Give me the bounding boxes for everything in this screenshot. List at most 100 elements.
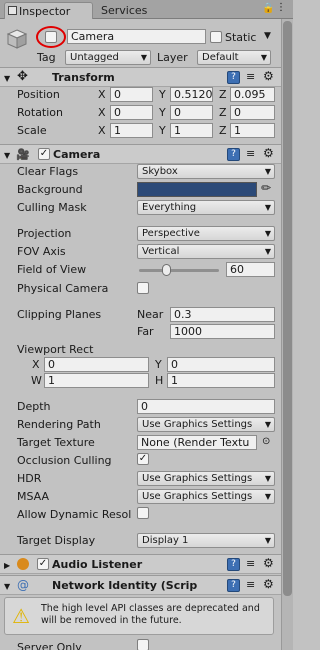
presets-slider-icon[interactable]: ≡ xyxy=(246,557,260,571)
tab-inspector[interactable]: Inspector xyxy=(4,2,93,19)
msaa-value: Use Graphics Settings xyxy=(142,491,253,502)
position-label: Position xyxy=(17,88,60,101)
tab-inspector-label: Inspector xyxy=(19,5,71,18)
static-dropdown-arrow-icon[interactable]: ▼ xyxy=(264,31,271,41)
foldout-expanded-icon[interactable]: ▼ xyxy=(4,151,10,160)
deprecation-warning-box: ⚠ The high level API classes are depreca… xyxy=(4,597,274,635)
occlusion-culling-checkbox[interactable]: ✓ xyxy=(137,453,149,465)
audio-listener-header[interactable]: ▶ ✓ Audio Listener ? ≡ ⚙ xyxy=(0,554,281,574)
presets-slider-icon[interactable]: ≡ xyxy=(246,70,260,84)
lock-icon[interactable]: 🔒 xyxy=(262,4,274,14)
viewport-x-field[interactable]: 0 xyxy=(44,357,149,372)
projection-label: Projection xyxy=(17,227,72,240)
eyedropper-icon[interactable]: ✏ xyxy=(261,181,271,195)
position-y-field[interactable]: 0.5120 xyxy=(170,87,213,102)
viewport-y-field[interactable]: 0 xyxy=(167,357,275,372)
axis-x-label: X xyxy=(98,106,106,119)
axis-z-label: Z xyxy=(219,124,227,137)
field-of-view-label: Field of View xyxy=(17,263,87,276)
presets-slider-icon[interactable]: ≡ xyxy=(246,578,260,592)
rotation-z-field[interactable]: 0 xyxy=(230,105,275,120)
camera-title: Camera xyxy=(53,148,101,161)
layer-value: Default xyxy=(202,52,239,63)
rotation-label: Rotation xyxy=(17,106,64,119)
help-book-icon[interactable]: ? xyxy=(227,71,240,84)
server-only-checkbox[interactable] xyxy=(137,639,149,650)
chevron-down-icon: ▼ xyxy=(264,203,271,212)
projection-dropdown[interactable]: Perspective ▼ xyxy=(137,226,275,241)
viewport-rect-label: Viewport Rect xyxy=(17,343,94,356)
help-book-icon[interactable]: ? xyxy=(227,579,240,592)
help-book-icon[interactable]: ? xyxy=(227,148,240,161)
position-z-field[interactable]: 0.095 xyxy=(230,87,275,102)
axis-y-label: Y xyxy=(159,106,166,119)
chevron-down-icon: ▼ xyxy=(264,474,271,483)
gear-icon[interactable]: ⚙ xyxy=(263,577,277,591)
warning-text: The high level API classes are deprecate… xyxy=(41,603,260,626)
fov-slider-thumb[interactable] xyxy=(162,264,172,276)
gear-icon[interactable]: ⚙ xyxy=(263,146,277,160)
hdr-dropdown[interactable]: Use Graphics Settings ▼ xyxy=(137,471,275,486)
tag-dropdown[interactable]: Untagged ▼ xyxy=(65,50,151,65)
clear-flags-dropdown[interactable]: Skybox ▼ xyxy=(137,164,275,179)
target-display-value: Display 1 xyxy=(142,535,189,546)
fov-axis-dropdown[interactable]: Vertical ▼ xyxy=(137,244,275,259)
scale-y-field[interactable]: 1 xyxy=(170,123,213,138)
axis-z-label: Z xyxy=(219,88,227,101)
tab-services[interactable]: Services xyxy=(96,2,166,19)
gear-icon[interactable]: ⚙ xyxy=(263,556,277,570)
near-field[interactable]: 0.3 xyxy=(170,307,275,322)
menu-icon[interactable]: ⋮ xyxy=(276,3,286,13)
scale-z-field[interactable]: 1 xyxy=(230,123,275,138)
gear-icon[interactable]: ⚙ xyxy=(263,69,277,83)
depth-field[interactable]: 0 xyxy=(137,399,275,414)
hdr-label: HDR xyxy=(17,472,42,485)
allow-dynamic-checkbox[interactable] xyxy=(137,507,149,519)
position-x-field[interactable]: 0 xyxy=(110,87,153,102)
foldout-expanded-icon[interactable]: ▼ xyxy=(4,74,10,83)
fov-value-field[interactable]: 60 xyxy=(226,262,275,277)
camera-header[interactable]: ▼ 🎥 ✓ Camera ? ≡ ⚙ xyxy=(0,144,281,164)
far-field[interactable]: 1000 xyxy=(170,324,275,339)
network-identity-header[interactable]: ▼ @ Network Identity (Scrip ? ≡ ⚙ xyxy=(0,575,281,595)
depth-label: Depth xyxy=(17,400,51,413)
vertical-scrollbar[interactable] xyxy=(281,19,293,650)
chevron-down-icon: ▼ xyxy=(264,229,271,238)
presets-slider-icon[interactable]: ≡ xyxy=(246,147,260,161)
chevron-down-icon: ▼ xyxy=(260,53,267,62)
scale-x-field[interactable]: 1 xyxy=(110,123,153,138)
active-checkbox[interactable] xyxy=(45,31,57,43)
tag-value: Untagged xyxy=(70,52,119,63)
camera-icon: 🎥 xyxy=(16,148,30,161)
rotation-x-field[interactable]: 0 xyxy=(110,105,153,120)
msaa-dropdown[interactable]: Use Graphics Settings ▼ xyxy=(137,489,275,504)
foldout-expanded-icon[interactable]: ▼ xyxy=(4,582,10,591)
layer-dropdown[interactable]: Default ▼ xyxy=(197,50,271,65)
transform-header[interactable]: ▼ ✥ Transform ? ≡ ⚙ xyxy=(0,67,281,87)
projection-value: Perspective xyxy=(142,228,200,239)
occlusion-culling-label: Occlusion Culling xyxy=(17,454,112,467)
camera-enabled-checkbox[interactable]: ✓ xyxy=(38,148,50,160)
audio-listener-checkbox[interactable]: ✓ xyxy=(37,558,49,570)
help-book-icon[interactable]: ? xyxy=(227,558,240,571)
target-display-dropdown[interactable]: Display 1 ▼ xyxy=(137,533,275,548)
rendering-path-value: Use Graphics Settings xyxy=(142,419,253,430)
scrollbar-thumb[interactable] xyxy=(283,21,292,596)
fov-axis-value: Vertical xyxy=(142,246,180,257)
object-name-input[interactable]: Camera xyxy=(67,29,206,44)
rendering-path-dropdown[interactable]: Use Graphics Settings ▼ xyxy=(137,417,275,432)
culling-mask-dropdown[interactable]: Everything ▼ xyxy=(137,200,275,215)
fov-slider-track[interactable] xyxy=(139,269,219,272)
viewport-w-field[interactable]: 1 xyxy=(44,373,149,388)
rotation-y-field[interactable]: 0 xyxy=(170,105,213,120)
static-checkbox[interactable] xyxy=(210,31,222,43)
target-texture-field[interactable]: None (Render Textu xyxy=(137,435,257,450)
background-color-swatch[interactable] xyxy=(137,182,257,197)
object-picker-icon[interactable]: ⊙ xyxy=(262,435,270,449)
axis-z-label: Z xyxy=(219,106,227,119)
clear-flags-value: Skybox xyxy=(142,166,178,177)
foldout-collapsed-icon[interactable]: ▶ xyxy=(4,561,10,570)
viewport-h-field[interactable]: 1 xyxy=(167,373,275,388)
physical-camera-checkbox[interactable] xyxy=(137,282,149,294)
target-texture-label: Target Texture xyxy=(17,436,95,449)
